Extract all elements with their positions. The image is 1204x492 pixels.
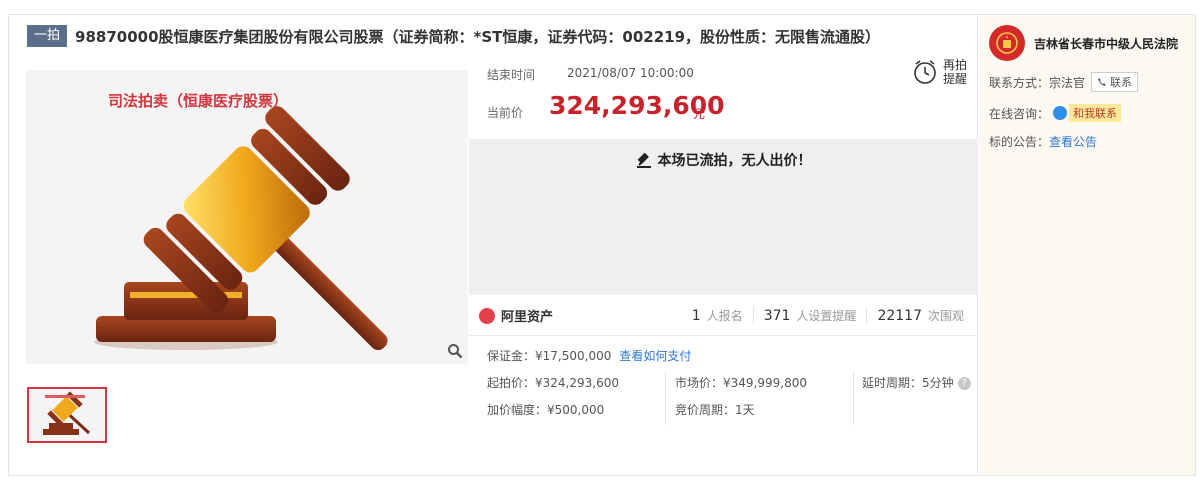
online-label: 在线咨询： [989,106,1050,121]
contact-row: 联系方式： 宗法官 联系 [989,72,1139,92]
stat-reminders: 371 人设置提醒 [752,307,867,324]
auction-status-text: 本场已流拍，无人出价！ [657,153,812,169]
stat-unit: 人报名 [706,309,743,323]
contact-button[interactable]: 联系 [1091,72,1139,92]
stat-number: 371 [763,308,791,324]
court-sidebar: 吉林省长春市中级人民法院 联系方式： 宗法官 联系 在线咨询： 和我联系 标的公… [979,15,1195,475]
notice-label: 标的公告： [989,135,1050,149]
auction-status: 本场已流拍，无人出价！ [469,150,978,170]
auction-main: 一拍 98870000股恒康医疗集团股份有限公司股票（证券简称：*ST恒康，证券… [9,15,978,475]
court-name: 吉林省长春市中级人民法院 [1034,36,1179,51]
stat-unit: 人设置提醒 [796,309,857,323]
notice-row: 标的公告： 查看公告 [989,133,1097,150]
chat-button[interactable]: 和我联系 [1069,104,1122,122]
deposit-payment-link[interactable]: 查看如何支付 [619,349,691,363]
magnifier-icon[interactable] [445,341,465,361]
divider [665,371,666,425]
auction-panel: 一拍 98870000股恒康医疗集团股份有限公司股票（证券简称：*ST恒康，证券… [8,14,1196,476]
stat-number: 1 [691,308,701,324]
gavel-illustration [94,106,388,351]
court-emblem-icon [989,25,1025,61]
contact-person: 宗法官 [1049,75,1086,90]
help-icon[interactable]: ? [957,377,971,390]
delay-period-row: 延时周期：5分钟? [862,374,971,391]
remind-button[interactable]: 再拍提醒 [912,55,974,89]
stats: 1 人报名 371 人设置提醒 22117 次围观 [682,307,974,324]
market-price: 市场价：¥349,999,800 [675,376,807,390]
divider [853,371,854,425]
stats-row: 阿里资产 1 人报名 371 人设置提醒 22117 次围观 [469,296,978,336]
contact-button-label: 联系 [1110,76,1133,89]
remind-label: 再拍提醒 [943,58,968,86]
price-unit: 元 [693,107,706,121]
end-time-value: 2021/08/07 10:00:00 [567,66,694,80]
brand-name: 阿里资产 [501,310,554,325]
stat-number: 22117 [877,308,922,324]
auction-details: 保证金：¥17,500,000 查看如何支付 起拍价：¥324,293,600 市… [469,343,978,425]
auction-status-box: 本场已流拍，无人出价！ [469,139,978,295]
court-header: 吉林省长春市中级人民法院 [989,25,1178,61]
brand: 阿里资产 [479,306,553,325]
ali-assets-logo-icon [479,307,495,324]
gavel-icon [636,152,651,168]
start-price: 起拍价：¥324,293,600 [487,376,619,390]
end-time-label: 结束时间 [487,68,536,82]
online-consult-row: 在线咨询： 和我联系 [989,104,1122,122]
increment: 加价幅度：¥500,000 [487,403,605,417]
contact-label: 联系方式： [989,75,1050,90]
bid-period: 竞价周期：1天 [675,403,755,417]
notice-link[interactable]: 查看公告 [1049,133,1097,150]
stat-unit: 次围观 [927,309,964,323]
thumbnail-item[interactable] [27,387,107,443]
deposit: 保证金：¥17,500,000 [487,349,612,363]
main-image[interactable]: 司法拍卖（恒康医疗股票） [26,70,468,364]
phone-icon [1098,78,1107,86]
chat-icon [1053,106,1068,120]
delay-period: 延时周期：5分钟 [862,376,954,390]
round-tag: 一拍 [27,25,68,47]
deposit-row: 保证金：¥17,500,000 查看如何支付 [487,347,691,364]
title-row: 一拍 98870000股恒康医疗集团股份有限公司股票（证券简称：*ST恒康，证券… [27,24,880,48]
stat-views: 22117 次围观 [866,307,974,324]
auction-info: 结束时间 2021/08/07 10:00:00 再拍提醒 当前价 324,29… [469,58,978,139]
image-caption: 司法拍卖（恒康医疗股票） [108,92,289,110]
gavel-thumbnail [43,391,91,435]
item-title: 98870000股恒康医疗集团股份有限公司股票（证券简称：*ST恒康，证券代码：… [75,27,881,46]
alarm-clock-icon [914,60,936,84]
price-label: 当前价 [487,106,524,120]
stat-signups: 1 人报名 [682,307,753,324]
